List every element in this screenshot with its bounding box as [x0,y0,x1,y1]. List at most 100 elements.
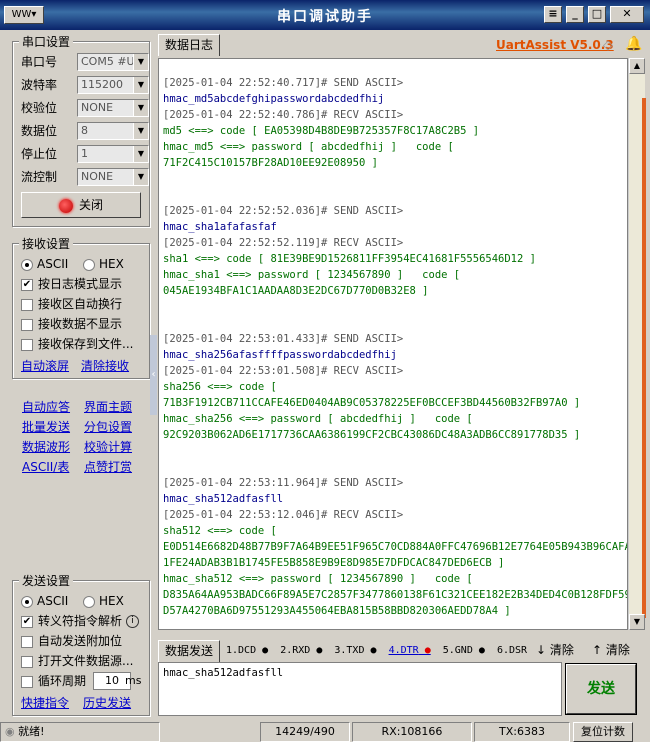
maximize-button[interactable]: □ [588,6,606,23]
escape-parse-label: 转义符指令解析 [38,614,123,628]
pin-button[interactable]: ≡ [544,6,562,23]
receive-settings-group: 接收设置 ASCII HEX ✔ 按日志模式显示 接收区自动换行 接收数据不显示 … [12,235,150,379]
radio-icon [83,258,95,271]
chevron-down-icon: ▼ [133,54,148,70]
receive-hex-radio[interactable]: HEX [83,254,124,274]
chevron-down-icon: ▼ [133,123,148,139]
send-input[interactable]: hmac_sha512adfasfll [158,662,562,716]
reset-count-button[interactable]: 复位计数 [573,722,633,742]
stopbits-select[interactable]: 1 ▼ [77,145,149,163]
parity-select[interactable]: NONE ▼ [77,99,149,117]
led-off-icon: ● [472,645,485,656]
databits-select[interactable]: 8 ▼ [77,122,149,140]
receive-ascii-radio[interactable]: ASCII [21,254,68,274]
log-line: [2025-01-04 22:52:40.786]# RECV ASCII> [163,109,404,121]
checksum-link[interactable]: 校验计算 [84,438,132,455]
log-mode-checkbox[interactable]: ✔ 按日志模式显示 [21,274,122,294]
port-status-led-icon [58,198,73,213]
packet-settings-link[interactable]: 分包设置 [84,418,132,435]
close-port-button[interactable]: 关闭 [21,192,141,218]
chevron-down-icon: ▼ [133,146,148,162]
scroll-up-icon[interactable]: ▲ [629,58,645,74]
cycle-unit-label: ms [125,674,142,687]
brand-link[interactable]: UartAssist V5.0.3 [496,38,614,52]
databits-value: 8 [81,124,88,137]
log-line: sha1 <==> code [ 81E39BE9D1526811FF3954E… [163,253,536,265]
append-bits-checkbox[interactable]: 自动发送附加位 [21,631,122,651]
log-scrollbar[interactable]: ▲ ▼ [628,58,646,630]
clear-send-button[interactable]: ↑ 清除 [592,641,630,659]
checkbox-icon [21,338,33,351]
log-line: hmac_sha512adfasfll [163,493,284,505]
minimize-button[interactable]: _ [566,6,584,23]
close-window-button[interactable]: ✕ [610,6,644,23]
baud-label: 波特率 [21,78,58,92]
tab-data-send[interactable]: 数据发送 [158,640,220,662]
serial-settings-legend: 串口设置 [19,33,74,50]
save-to-file-checkbox[interactable]: 接收保存到文件... [21,334,133,354]
send-button[interactable]: 发送 [565,663,637,715]
dsr-pin: 6.DSR [496,645,528,656]
port-label: 串口号 [21,55,58,69]
dtr-pin[interactable]: 4.DTR ● [389,645,431,656]
auto-wrap-checkbox[interactable]: 接收区自动换行 [21,294,122,314]
data-log-area[interactable]: [2025-01-04 22:52:40.717]# SEND ASCII> hm… [158,58,628,630]
bell-icon[interactable]: 🔔 [625,36,642,52]
log-line: [2025-01-04 22:53:12.046]# RECV ASCII> [163,509,404,521]
led-on-icon: ● [418,645,431,656]
send-settings-group: 发送设置 ASCII HEX ✔ 转义符指令解析 i 自动发送附加位 打开文件数据源… [12,572,150,716]
log-line: sha256 <==> code [ [163,381,277,393]
waveform-link[interactable]: 数据波形 [22,440,70,454]
auto-reply-link[interactable]: 自动应答 [22,400,70,414]
theme-link[interactable]: 界面主题 [84,398,132,415]
txd-pin: 3.TXD ● [334,645,377,656]
checkbox-icon [21,675,33,688]
collapse-panel-handle[interactable]: ‹ [150,335,157,415]
arrow-down-icon: ↓ [536,643,550,657]
diamond-icon[interactable]: ◇ [603,38,613,53]
receive-settings-legend: 接收设置 [19,235,74,252]
send-ascii-radio[interactable]: ASCII [21,591,68,611]
led-off-icon: ● [364,645,377,656]
arrow-up-icon: ↑ [592,643,606,657]
escape-parse-checkbox[interactable]: ✔ 转义符指令解析 i [21,611,140,631]
flowcontrol-label: 流控制 [21,170,58,184]
hide-data-checkbox[interactable]: 接收数据不显示 [21,314,122,334]
gnd-pin: 5.GND ● [442,645,485,656]
log-line: 1FE24ADAB3B1B1745FE5B858E9B9E8D985E7DFDC… [163,557,505,569]
log-line: 71F2C415C10157BF28AD10EE92E08950 ] [163,157,378,169]
batch-send-link[interactable]: 批量发送 [22,420,70,434]
send-hex-radio[interactable]: HEX [83,591,124,611]
log-line: md5 <==> code [ EA05398D4B8DE9B725357F8C… [163,125,480,137]
cycle-label: 循环周期 [38,674,87,688]
send-history-link[interactable]: 历史发送 [83,696,131,710]
tab-data-log[interactable]: 数据日志 [158,34,220,56]
port-select[interactable]: COM5 #USB ▼ [77,53,149,71]
info-icon[interactable]: i [126,615,140,628]
cycle-checkbox[interactable]: 循环周期 [21,671,86,691]
baud-select[interactable]: 115200 ▼ [77,76,149,94]
flowcontrol-select[interactable]: NONE ▼ [77,168,149,186]
scroll-thumb[interactable] [642,98,646,618]
clear-receive-link[interactable]: 清除接收 [81,359,129,373]
clear-receive-button[interactable]: ↓ 清除 [536,641,574,659]
parity-value: NONE [81,101,114,114]
quick-commands-link[interactable]: 快捷指令 [21,696,69,710]
file-source-checkbox[interactable]: 打开文件数据源... [21,651,133,671]
hide-data-label: 接收数据不显示 [38,317,123,331]
radio-icon [83,595,95,608]
append-bits-label: 自动发送附加位 [38,634,123,648]
donate-link[interactable]: 点赞打赏 [84,458,132,475]
databits-label: 数据位 [21,124,58,138]
checkbox-checked-icon: ✔ [21,615,33,628]
auto-scroll-link[interactable]: 自动滚屏 [21,359,69,373]
log-line: D835A64AA953BADC66F89A5E7C2857F347786013… [163,589,628,601]
log-line: hmac_sha256afasffffpasswordabcdedfhij [163,349,397,361]
ascii-table-link[interactable]: ASCII/表 [22,460,69,474]
scroll-down-icon[interactable]: ▼ [629,614,645,630]
log-line: hmac_md5abcdefghipasswordabcdedfhij [163,93,385,105]
